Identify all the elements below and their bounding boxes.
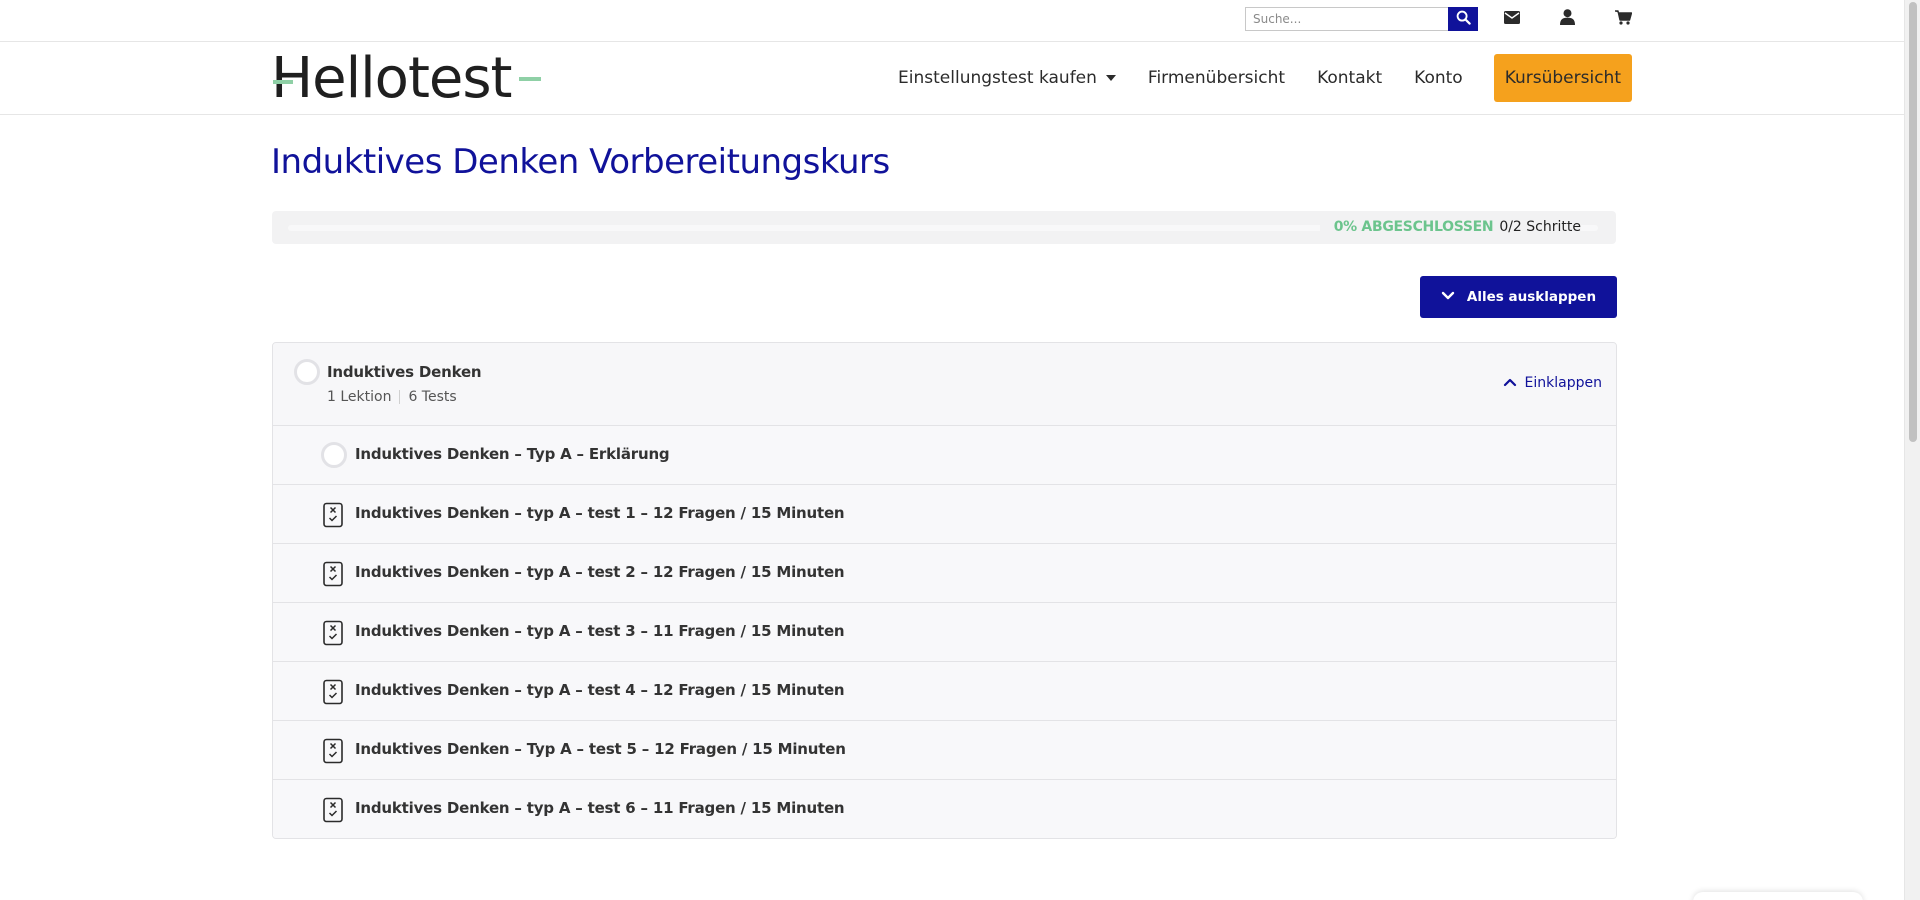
- quiz-title: Induktives Denken – typ A – test 3 – 11 …: [355, 622, 845, 640]
- expand-all-label: Alles ausklappen: [1466, 289, 1597, 305]
- search-button[interactable]: [1448, 7, 1478, 31]
- quiz-title: Induktives Denken – typ A – test 4 – 12 …: [355, 681, 845, 699]
- quiz-icon: [322, 679, 346, 705]
- lesson-count: 1 Lektion: [327, 389, 392, 405]
- expand-all-button[interactable]: Alles ausklappen: [1420, 276, 1617, 318]
- logo-accent: [273, 80, 293, 84]
- progress-label: 0% ABGESCHLOSSEN 0/2 Schritte: [1319, 219, 1581, 235]
- nav-einstellungstest-kaufen[interactable]: Einstellungstest kaufen: [898, 68, 1116, 88]
- quiz-icon: [322, 620, 346, 646]
- nav-label: Einstellungstest kaufen: [898, 68, 1097, 88]
- quiz-title: Induktives Denken – typ A – test 1 – 12 …: [355, 504, 845, 522]
- main-nav: Einstellungstest kaufen Firmenübersicht …: [866, 53, 1632, 103]
- section-title: Induktives Denken: [327, 363, 482, 381]
- quiz-icon: [322, 561, 346, 587]
- quiz-title: Induktives Denken – typ A – test 2 – 12 …: [355, 563, 845, 581]
- chevron-up-icon: [1503, 375, 1525, 391]
- quiz-row[interactable]: Induktives Denken – typ A – test 4 – 12 …: [273, 662, 1616, 721]
- lesson-title: Induktives Denken – Typ A – Erklärung: [355, 445, 670, 463]
- quiz-icon: [322, 738, 346, 764]
- nav-label: Firmenübersicht: [1147, 68, 1286, 88]
- search-form: [1245, 7, 1478, 31]
- cart-icon[interactable]: [1611, 6, 1635, 28]
- section-header[interactable]: Induktives Denken 1 Lektion 6 Tests Eink…: [273, 343, 1616, 426]
- progress-percent: 0% ABGESCHLOSSEN: [1333, 219, 1494, 235]
- quiz-row[interactable]: Induktives Denken – typ A – test 2 – 12 …: [273, 544, 1616, 603]
- course-progress: 0% ABGESCHLOSSEN 0/2 Schritte: [272, 211, 1616, 244]
- search-icon: [1456, 10, 1471, 29]
- course-section: Induktives Denken 1 Lektion 6 Tests Eink…: [272, 342, 1617, 839]
- quiz-title: Induktives Denken – typ A – test 6 – 11 …: [355, 799, 845, 817]
- page-title: Induktives Denken Vorbereitungskurs: [271, 142, 890, 182]
- quiz-title: Induktives Denken – Typ A – test 5 – 12 …: [355, 740, 846, 758]
- meta-divider: [399, 390, 401, 404]
- nav-firmenuebersicht[interactable]: Firmenübersicht: [1148, 68, 1285, 88]
- collapse-button[interactable]: Einklappen: [1503, 375, 1602, 391]
- section-meta: 1 Lektion 6 Tests: [327, 389, 457, 405]
- site-logo[interactable]: Hellotest: [271, 46, 542, 111]
- page-scrollbar[interactable]: [1904, 0, 1920, 900]
- quiz-icon: [322, 502, 346, 528]
- lesson-row[interactable]: Induktives Denken – Typ A – Erklärung: [273, 426, 1616, 485]
- quiz-row[interactable]: Induktives Denken – typ A – test 1 – 12 …: [273, 485, 1616, 544]
- envelope-icon[interactable]: [1500, 6, 1524, 28]
- quiz-row[interactable]: Induktives Denken – typ A – test 3 – 11 …: [273, 603, 1616, 662]
- progress-steps: 0/2 Schritte: [1499, 219, 1581, 235]
- utility-bar: [0, 0, 1904, 42]
- caret-down-icon: [1105, 75, 1116, 81]
- quiz-icon: [322, 797, 346, 823]
- test-count: 6 Tests: [408, 389, 457, 405]
- user-icon[interactable]: [1555, 6, 1579, 28]
- chat-widget[interactable]: [1693, 892, 1863, 900]
- main-header: Hellotest Einstellungstest kaufen Firmen…: [0, 43, 1904, 115]
- incomplete-status-icon: [321, 442, 347, 468]
- nav-label: Kontakt: [1317, 68, 1383, 88]
- nav-label: Konto: [1414, 68, 1463, 88]
- incomplete-status-icon: [294, 359, 320, 385]
- search-input[interactable]: [1245, 7, 1448, 31]
- logo-text: Hellotest: [271, 46, 512, 111]
- scrollbar-thumb[interactable]: [1909, 2, 1917, 442]
- collapse-label: Einklappen: [1524, 375, 1602, 391]
- quiz-row[interactable]: Induktives Denken – typ A – test 6 – 11 …: [273, 780, 1616, 838]
- course-overview-button[interactable]: Kursübersicht: [1493, 54, 1632, 102]
- nav-konto[interactable]: Konto: [1414, 68, 1463, 88]
- quiz-row[interactable]: Induktives Denken – Typ A – test 5 – 12 …: [273, 721, 1616, 780]
- chevron-down-icon: [1441, 289, 1467, 305]
- logo-underscore: [519, 77, 542, 81]
- nav-kontakt[interactable]: Kontakt: [1317, 68, 1382, 88]
